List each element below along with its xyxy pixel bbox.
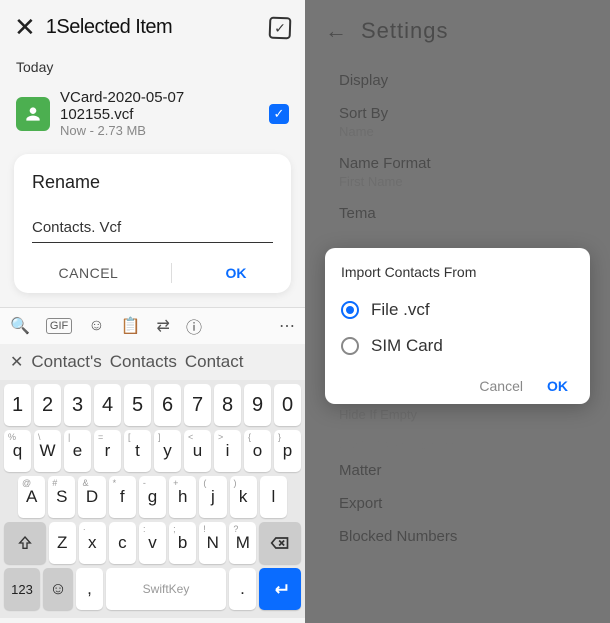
option-label: SIM Card [371,336,443,356]
sticker-icon[interactable]: ☺ [88,317,104,335]
contact-file-icon [16,97,50,131]
selection-header: ✕ 1Selected Item [0,0,305,55]
backspace-key[interactable] [259,522,301,564]
key-v[interactable]: :v [139,522,166,564]
more-icon[interactable]: ⋯ [279,316,295,336]
key-3[interactable]: 3 [64,384,91,426]
key-1[interactable]: 1 [4,384,31,426]
rename-input[interactable] [32,213,273,243]
import-title: Import Contacts From [341,264,574,280]
translate-icon[interactable]: ⇄ [157,316,170,336]
header-title: 1Selected Item [46,16,259,39]
import-actions: Cancel OK [341,378,574,394]
key-n[interactable]: !N [199,522,226,564]
key-q[interactable]: %q [4,430,31,472]
key-2[interactable]: 2 [34,384,61,426]
group-label-today: Today [0,55,305,79]
key-f[interactable]: *f [109,476,136,518]
enter-key[interactable] [259,568,301,610]
key-u[interactable]: <u [184,430,211,472]
key-y[interactable]: ]y [154,430,181,472]
select-all-checkbox[interactable] [269,16,292,39]
key-e[interactable]: |e [64,430,91,472]
key-b[interactable]: ;b [169,522,196,564]
info-icon[interactable]: ⓘ [186,314,202,338]
key-h[interactable]: +h [169,476,196,518]
dismiss-suggestions-icon[interactable]: ✕ [10,352,23,372]
key-d[interactable]: &D [78,476,105,518]
key-m[interactable]: ?M [229,522,256,564]
suggestion-1[interactable]: Contact's [31,352,101,372]
keyboard-toolbar: 🔍 GIF ☺ 📋 ⇄ ⓘ ⋯ [0,307,305,344]
key-j[interactable]: (j [199,476,226,518]
shift-key[interactable] [4,522,46,564]
left-panel: ✕ 1Selected Item Today VCard-2020-05-07 … [0,0,305,623]
cancel-button[interactable]: Cancel [479,378,523,394]
right-panel: ← Settings Display Sort By Name Name For… [305,0,610,623]
ok-button[interactable]: OK [547,378,568,394]
key-a[interactable]: @A [18,476,45,518]
key-9[interactable]: 9 [244,384,271,426]
suggestion-3[interactable]: Contact [185,352,244,372]
key-o[interactable]: {o [244,430,271,472]
file-checkbox[interactable]: ✓ [269,104,289,124]
key-8[interactable]: 8 [214,384,241,426]
suggestion-bar: ✕ Contact's Contacts Contact [0,344,305,380]
key-l[interactable]: l [260,476,287,518]
key-z[interactable]: Z [49,522,76,564]
key-t[interactable]: [t [124,430,151,472]
search-icon[interactable]: 🔍 [10,316,30,336]
key-i[interactable]: >i [214,430,241,472]
key-c[interactable]: c [109,522,136,564]
import-option-file[interactable]: File .vcf [341,292,574,328]
key-4[interactable]: 4 [94,384,121,426]
clipboard-icon[interactable]: 📋 [121,316,141,336]
emoji-key[interactable]: ☺ [43,568,73,610]
comma-key[interactable]: , [76,568,103,610]
key-x[interactable]: ·x [79,522,106,564]
rename-dialog: Rename CANCEL OK [14,154,291,293]
file-info: VCard-2020-05-07 102155.vcf Now - 2.73 M… [60,89,259,138]
cancel-button[interactable]: CANCEL [59,265,119,281]
radio-icon [341,337,359,355]
file-name: VCard-2020-05-07 102155.vcf [60,89,259,123]
file-meta: Now - 2.73 MB [60,123,259,138]
suggestion-2[interactable]: Contacts [110,352,177,372]
radio-selected-icon [341,301,359,319]
space-key[interactable]: SwiftKey [106,568,226,610]
key-s[interactable]: #S [48,476,75,518]
import-option-sim[interactable]: SIM Card [341,328,574,364]
ok-button[interactable]: OK [225,265,246,281]
option-label: File .vcf [371,300,430,320]
key-r[interactable]: =r [94,430,121,472]
key-k[interactable]: )k [230,476,257,518]
rename-title: Rename [32,172,273,193]
close-icon[interactable]: ✕ [14,12,36,43]
rename-actions: CANCEL OK [32,263,273,283]
key-p[interactable]: }p [274,430,301,472]
divider [171,263,172,283]
gif-icon[interactable]: GIF [46,318,72,334]
key-5[interactable]: 5 [124,384,151,426]
key-g[interactable]: -g [139,476,166,518]
numeric-key[interactable]: 123 [4,568,40,610]
key-0[interactable]: 0 [274,384,301,426]
key-w[interactable]: \W [34,430,61,472]
key-6[interactable]: 6 [154,384,181,426]
import-dialog: Import Contacts From File .vcf SIM Card … [325,248,590,404]
keyboard: 1234567890 %q\W|e=r[t]y<u>i{o}p @A#S&D*f… [0,380,305,618]
period-key[interactable]: . [229,568,256,610]
file-row[interactable]: VCard-2020-05-07 102155.vcf Now - 2.73 M… [0,79,305,148]
key-7[interactable]: 7 [184,384,211,426]
